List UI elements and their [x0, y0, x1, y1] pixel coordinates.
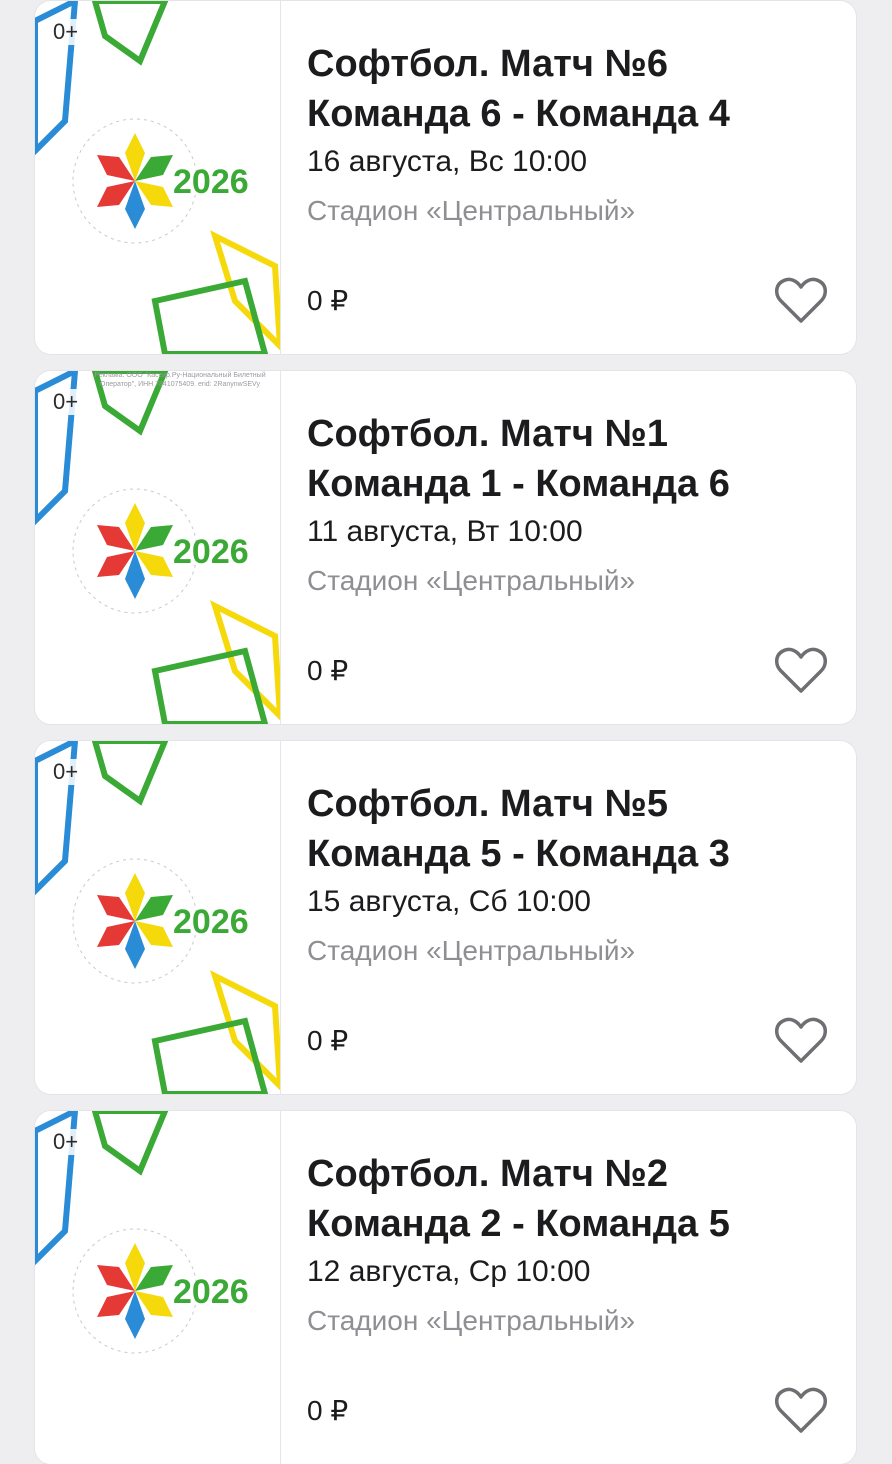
favorite-button[interactable]: [775, 277, 827, 325]
event-venue: Стадион «Центральный»: [307, 1305, 636, 1336]
favorite-button[interactable]: [775, 1017, 827, 1065]
event-poster[interactable]: 2026 Реклама. ООО "Кассир.Ру-Национальны…: [35, 371, 281, 724]
event-datetime: 16 августа, Вс 10:00: [307, 145, 588, 178]
svg-text:2026: 2026: [173, 163, 249, 201]
event-datetime: 15 августа, Сб 10:00: [307, 885, 591, 918]
spartakiad-poster-art: 2026: [35, 1111, 249, 1354]
event-price: 0 ₽: [307, 1395, 349, 1426]
event-title-line2: Команда 1 - Команда 6: [307, 463, 730, 505]
event-price: 0 ₽: [307, 285, 349, 316]
event-title-line2: Команда 2 - Команда 5: [307, 1203, 730, 1245]
event-price: 0 ₽: [307, 1025, 349, 1056]
event-card[interactable]: 2026 0+ Софтбол. Матч №2 Команда 2 - Ком…: [35, 1111, 856, 1464]
svg-text:2026: 2026: [173, 903, 249, 941]
spartakiad-poster-art: 2026: [35, 1, 280, 354]
event-card[interactable]: 2026 Реклама. ООО "Кассир.Ру-Национальны…: [35, 371, 856, 724]
spartakiad-poster-art: 2026: [35, 741, 280, 1094]
event-venue: Стадион «Центральный»: [307, 195, 636, 226]
ad-disclaimer: Реклама. ООО "Кассир.Ру-Национальный Бил…: [94, 372, 266, 388]
event-title[interactable]: Софтбол. Матч №2 Команда 2 - Команда 5: [307, 1149, 837, 1249]
event-card[interactable]: 2026 0+ Софтбол. Матч №5 Команда 5 - Ком…: [35, 741, 856, 1094]
age-rating-badge: 0+: [51, 1129, 81, 1155]
age-rating-badge: 0+: [51, 19, 81, 45]
favorite-button[interactable]: [775, 1387, 827, 1435]
event-poster[interactable]: 2026 0+: [35, 1, 281, 354]
event-datetime: 12 августа, Ср 10:00: [307, 1255, 591, 1288]
event-title[interactable]: Софтбол. Матч №5 Команда 5 - Команда 3: [307, 779, 837, 879]
event-title-line1: Софтбол. Матч №5: [307, 783, 668, 825]
event-poster[interactable]: 2026 0+: [35, 1111, 281, 1464]
event-venue: Стадион «Центральный»: [307, 565, 636, 596]
heart-outline-icon: [775, 277, 827, 323]
age-rating-badge: 0+: [51, 389, 81, 415]
event-venue: Стадион «Центральный»: [307, 935, 636, 966]
favorite-button[interactable]: [775, 647, 827, 695]
heart-outline-icon: [775, 647, 827, 693]
event-card[interactable]: 2026 0+ Софтбол. Матч №6 Команда 6 - Ком…: [35, 1, 856, 354]
event-title-line1: Софтбол. Матч №1: [307, 413, 668, 455]
age-rating-badge: 0+: [51, 759, 81, 785]
event-title-line2: Команда 5 - Команда 3: [307, 833, 730, 875]
event-price: 0 ₽: [307, 655, 349, 686]
event-title-line2: Команда 6 - Команда 4: [307, 93, 730, 135]
event-title[interactable]: Софтбол. Матч №1 Команда 1 - Команда 6: [307, 409, 837, 509]
event-datetime: 11 августа, Вт 10:00: [307, 515, 583, 548]
event-title[interactable]: Софтбол. Матч №6 Команда 6 - Команда 4: [307, 39, 837, 139]
heart-outline-icon: [775, 1387, 827, 1433]
event-title-line1: Софтбол. Матч №2: [307, 1153, 668, 1195]
event-title-line1: Софтбол. Матч №6: [307, 43, 668, 85]
spartakiad-poster-art: 2026: [35, 371, 280, 724]
heart-outline-icon: [775, 1017, 827, 1063]
svg-text:2026: 2026: [173, 533, 249, 571]
event-poster[interactable]: 2026 0+: [35, 741, 281, 1094]
svg-text:2026: 2026: [173, 1273, 249, 1311]
